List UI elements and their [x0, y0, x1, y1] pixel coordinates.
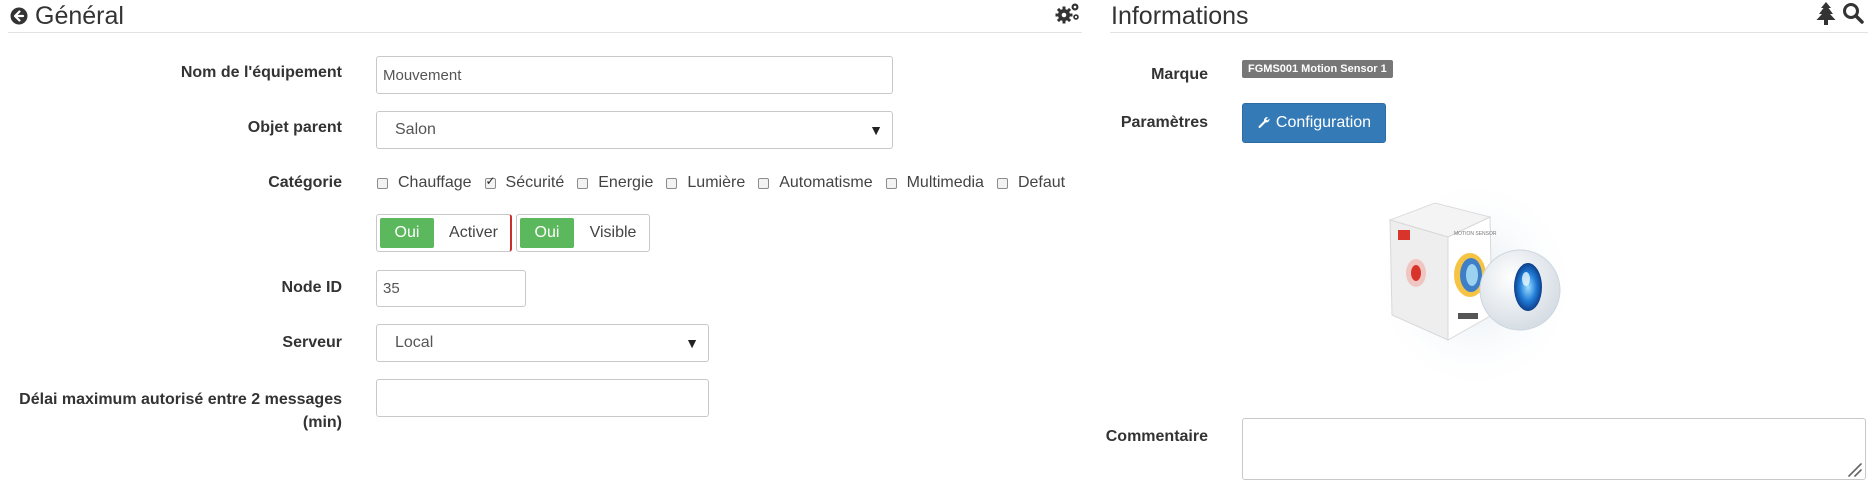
visible-toggle[interactable]: Oui Visible [516, 214, 650, 252]
category-checkbox-group: Chauffage Sécurité Energie Lumière Autom… [377, 174, 1078, 192]
parent-object-select[interactable]: Salon ▼ [376, 111, 893, 149]
checkbox-icon[interactable] [577, 177, 589, 189]
enable-toggle-on[interactable]: Oui [380, 218, 434, 248]
category-option-automatisme[interactable]: Automatisme [758, 174, 873, 192]
checkbox-icon[interactable] [377, 177, 388, 189]
server-label: Serveur [282, 334, 342, 351]
caret-down-icon: ▼ [685, 335, 699, 351]
comment-textarea[interactable] [1242, 418, 1866, 480]
checkbox-checked-icon[interactable] [484, 174, 496, 189]
informations-divider [1110, 32, 1868, 33]
category-option-energie[interactable]: Energie [577, 174, 653, 192]
circle-arrow-left-icon[interactable] [10, 7, 28, 25]
params-label: Paramètres [1120, 114, 1208, 131]
general-title: Général [35, 2, 124, 30]
visible-toggle-on[interactable]: Oui [520, 218, 574, 248]
comment-label: Commentaire [1105, 428, 1208, 445]
general-divider [8, 32, 1082, 33]
checkbox-icon[interactable] [996, 177, 1008, 189]
parent-object-value: Salon [395, 121, 436, 138]
category-option-multimedia[interactable]: Multimedia [885, 174, 984, 192]
category-option-securite[interactable]: Sécurité [484, 174, 564, 192]
enable-toggle[interactable]: Oui Activer [376, 214, 512, 252]
brand-label: Marque [1151, 66, 1208, 83]
category-label: Catégorie [268, 174, 342, 191]
category-option-defaut[interactable]: Defaut [996, 174, 1065, 192]
wrench-icon [1257, 116, 1271, 130]
product-image: MOTION SENSOR [1370, 165, 1580, 395]
gears-icon[interactable] [1055, 2, 1081, 24]
equipment-name-input[interactable]: Mouvement [376, 56, 893, 94]
name-label: Nom de l'équipement [180, 64, 342, 81]
checkbox-icon[interactable] [758, 177, 770, 189]
category-option-chauffage[interactable]: Chauffage [377, 174, 472, 192]
checkbox-icon[interactable] [885, 177, 897, 189]
enable-toggle-label: Activer [449, 224, 498, 241]
max-delay-input[interactable] [376, 379, 709, 417]
category-option-lumiere[interactable]: Lumière [666, 174, 745, 192]
informations-title: Informations [1111, 2, 1249, 30]
max-delay-label: Délai maximum autorisé entre 2 messages … [19, 391, 342, 431]
configuration-button[interactable]: Configuration [1242, 103, 1386, 143]
node-id-input[interactable]: 35 [376, 270, 526, 307]
server-value: Local [395, 334, 434, 351]
server-select[interactable]: Local ▼ [376, 324, 709, 362]
caret-down-icon: ▼ [869, 122, 883, 138]
brand-badge: FGMS001 Motion Sensor 1 [1242, 60, 1393, 78]
parent-label: Objet parent [247, 119, 342, 136]
search-icon[interactable] [1842, 2, 1864, 24]
tree-icon[interactable] [1815, 1, 1837, 25]
node-id-label: Node ID [281, 279, 342, 296]
resize-handle-icon[interactable] [1846, 461, 1862, 477]
configuration-button-label: Configuration [1275, 114, 1372, 131]
checkbox-icon[interactable] [666, 177, 678, 189]
visible-toggle-label: Visible [589, 224, 637, 241]
box-text: MOTION SENSOR [1454, 231, 1497, 237]
